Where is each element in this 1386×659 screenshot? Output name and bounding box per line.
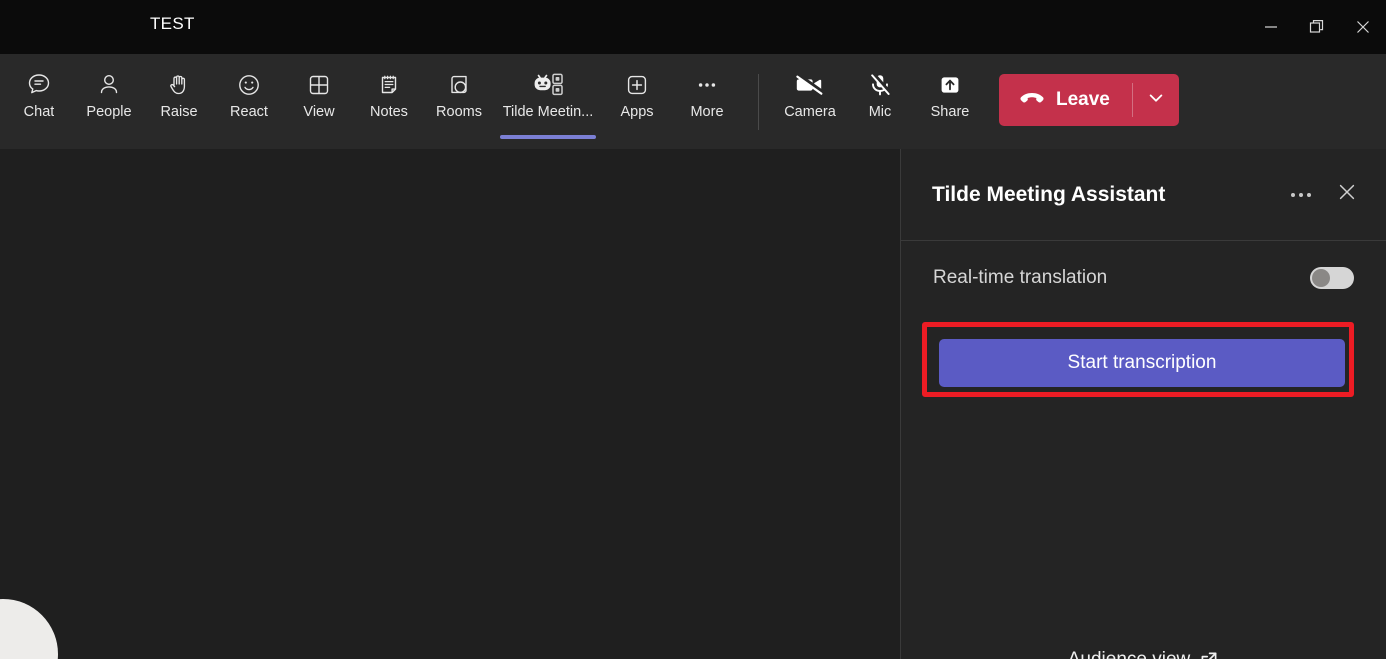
toolbar-item-chat[interactable]: Chat bbox=[4, 54, 74, 149]
toolbar-label-apps: Apps bbox=[620, 104, 654, 120]
toolbar-label-more: More bbox=[690, 104, 724, 120]
toolbar-divider bbox=[758, 74, 759, 130]
leave-button-label: Leave bbox=[1056, 89, 1110, 110]
view-grid-icon bbox=[304, 68, 334, 102]
toolbar-label-notes: Notes bbox=[370, 104, 408, 120]
toolbar-item-tilde-meeting[interactable]: Tilde Meetin... bbox=[494, 54, 602, 149]
minimize-button[interactable] bbox=[1248, 0, 1294, 54]
meeting-toolbar: Chat People Raise React View Notes Rooms… bbox=[0, 54, 1386, 149]
toolbar-label-view: View bbox=[303, 104, 335, 120]
panel-close-button[interactable] bbox=[1330, 178, 1364, 212]
breakout-rooms-icon bbox=[444, 68, 474, 102]
camera-off-icon bbox=[793, 68, 827, 102]
notes-icon bbox=[374, 68, 404, 102]
toolbar-item-apps[interactable]: Apps bbox=[602, 54, 672, 149]
toolbar-item-notes[interactable]: Notes bbox=[354, 54, 424, 149]
external-link-icon bbox=[1199, 650, 1219, 659]
start-transcription-button[interactable]: Start transcription bbox=[939, 339, 1345, 387]
tilde-bot-icon bbox=[531, 68, 565, 102]
panel-header: Tilde Meeting Assistant bbox=[901, 149, 1386, 241]
close-button[interactable] bbox=[1340, 0, 1386, 54]
panel-more-button[interactable] bbox=[1284, 178, 1318, 212]
realtime-translation-label: Real-time translation bbox=[933, 267, 1108, 288]
toolbar-label-react: React bbox=[230, 104, 268, 120]
toolbar-label-tilde-meeting: Tilde Meetin... bbox=[502, 104, 594, 120]
toolbar-label-raise: Raise bbox=[160, 104, 198, 120]
toolbar-item-react[interactable]: React bbox=[214, 54, 284, 149]
panel-body: Real-time translation Audience view bbox=[901, 249, 1386, 659]
toolbar-item-more[interactable]: More bbox=[672, 54, 742, 149]
leave-dropdown-button[interactable] bbox=[1133, 74, 1179, 126]
window-title: TEST bbox=[150, 14, 195, 33]
toolbar-label-rooms: Rooms bbox=[436, 104, 482, 120]
raise-hand-icon bbox=[164, 68, 194, 102]
toolbar-item-raise[interactable]: Raise bbox=[144, 54, 214, 149]
leave-button[interactable]: Leave bbox=[999, 74, 1132, 126]
leave-divider bbox=[1131, 83, 1133, 117]
people-icon bbox=[94, 68, 124, 102]
toolbar-item-view[interactable]: View bbox=[284, 54, 354, 149]
audience-view-label: Audience view bbox=[1068, 649, 1191, 659]
react-smiley-icon bbox=[234, 68, 264, 102]
toolbar-label-share: Share bbox=[930, 104, 970, 120]
toolbar-label-chat: Chat bbox=[23, 104, 55, 120]
toolbar-item-people[interactable]: People bbox=[74, 54, 144, 149]
realtime-translation-row: Real-time translation bbox=[933, 249, 1354, 307]
realtime-translation-toggle[interactable] bbox=[1310, 267, 1354, 289]
toolbar-item-camera[interactable]: Camera bbox=[775, 54, 845, 149]
active-tab-underline bbox=[500, 135, 596, 139]
toolbar-label-camera: Camera bbox=[784, 104, 836, 120]
panel-header-actions bbox=[1284, 178, 1364, 212]
chat-icon bbox=[24, 68, 54, 102]
share-screen-icon bbox=[935, 68, 965, 102]
leave-button-group: Leave bbox=[999, 74, 1179, 126]
mic-off-icon bbox=[865, 68, 895, 102]
toolbar-label-mic: Mic bbox=[868, 104, 892, 120]
teams-meeting-window: TEST Chat People Raise React View Notes … bbox=[0, 0, 1386, 659]
meeting-stage bbox=[0, 149, 900, 659]
panel-title: Tilde Meeting Assistant bbox=[932, 182, 1166, 206]
toolbar-label-people: People bbox=[86, 104, 132, 120]
toolbar-item-share[interactable]: Share bbox=[915, 54, 985, 149]
toolbar-item-rooms[interactable]: Rooms bbox=[424, 54, 494, 149]
restore-button[interactable] bbox=[1294, 0, 1340, 54]
close-icon bbox=[1336, 181, 1358, 208]
more-dots-icon bbox=[1291, 192, 1311, 197]
more-dots-icon bbox=[692, 68, 722, 102]
toggle-knob bbox=[1312, 269, 1330, 287]
participant-avatar bbox=[0, 599, 58, 659]
apps-plus-icon bbox=[622, 68, 652, 102]
toolbar-item-mic[interactable]: Mic bbox=[845, 54, 915, 149]
title-bar: TEST bbox=[0, 0, 1386, 54]
tilde-meeting-assistant-panel: Tilde Meeting Assistant Real-time transl… bbox=[901, 149, 1386, 659]
hangup-icon bbox=[1019, 89, 1045, 111]
audience-view-link[interactable]: Audience view bbox=[901, 649, 1386, 659]
window-controls bbox=[1248, 0, 1386, 54]
chevron-down-icon bbox=[1146, 88, 1166, 113]
